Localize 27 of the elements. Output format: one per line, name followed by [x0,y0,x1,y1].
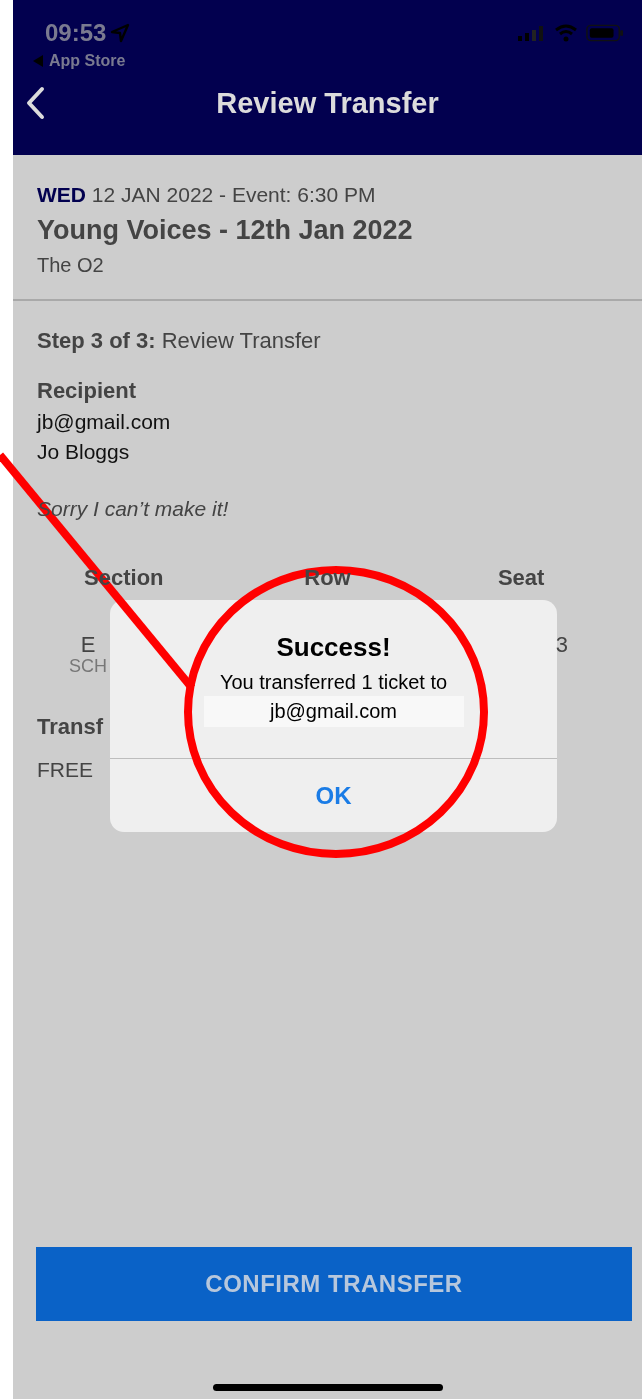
transfer-fee-value: FREE [37,758,93,782]
wifi-icon [554,24,578,42]
signal-icon [518,25,546,41]
step-indicator: Step 3 of 3: Review Transfer [37,328,322,354]
venue: The O2 [37,254,105,277]
screen-title: Review Transfer [216,86,439,120]
battery-icon [586,24,624,42]
dialog-title: Success! [276,632,391,663]
confirm-transfer-button[interactable]: CONFIRM TRANSFER [36,1247,632,1321]
column-header: Seat [496,565,546,591]
event-date: WED 12 JAN 2022 - Event: 6:30 PM [37,183,377,207]
recipient-email: jb@gmail.com [37,410,172,434]
recipient-name: Jo Bloggs [37,440,131,464]
back-to-app-link[interactable]: App Store [33,52,126,70]
back-triangle-icon [33,55,43,67]
seat-value: 3 [555,632,568,659]
transfer-fee-label: Transf [37,714,104,740]
status-time: 09:53 [45,19,107,47]
dialog-email: jb@gmail.com [203,696,464,727]
recipient-heading: Recipient [37,378,138,404]
section-subtitle: SCH [69,656,107,677]
location-arrow-icon [110,23,131,43]
section-value: E [80,632,96,658]
event-name: Young Voices - 12th Jan 2022 [37,215,414,246]
dialog-message: You transferred 1 ticket to [219,671,448,694]
back-icon[interactable] [25,86,45,120]
ok-button[interactable]: OK [110,758,557,832]
